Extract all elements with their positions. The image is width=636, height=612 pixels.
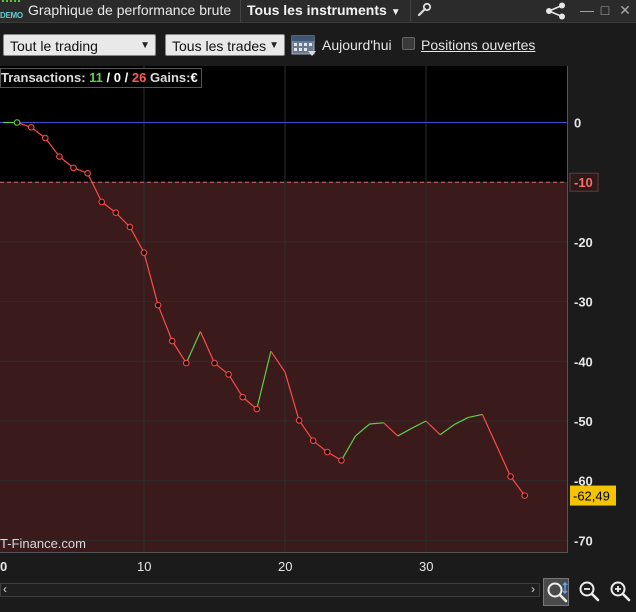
scroll-right-icon[interactable]: › [531, 582, 535, 596]
transactions-label: Transactions: [1, 70, 86, 85]
trading-select[interactable]: Tout le trading ▼ [3, 34, 156, 56]
y-tick-label: -10 [574, 175, 593, 190]
data-point [140, 249, 148, 256]
data-point [295, 417, 303, 424]
horizontal-scrollbar[interactable]: ‹ › [0, 582, 540, 597]
y-tick-label: 0 [574, 116, 581, 131]
auto-zoom-icon [547, 582, 568, 603]
data-point [211, 359, 218, 367]
chevron-down-icon: ▼ [390, 7, 401, 18]
demo-label: DEMO [0, 11, 23, 20]
transactions-summary: Transactions: 11 / 0 / 26 Gains:€ [0, 68, 202, 88]
data-point [324, 448, 331, 456]
data-point [183, 359, 190, 367]
stats-separator: / [124, 70, 129, 85]
wins-count: 11 [89, 70, 103, 85]
open-positions-label[interactable]: Positions ouvertes [421, 37, 535, 53]
share-icon[interactable] [545, 2, 567, 20]
data-point [338, 457, 345, 464]
loss-zone [0, 182, 568, 552]
data-point [98, 198, 105, 206]
x-tick-label: 0 [0, 559, 7, 574]
data-point [84, 169, 91, 177]
zoom-out-button[interactable] [576, 578, 602, 606]
calendar-icon[interactable] [291, 33, 317, 57]
auto-zoom-button[interactable] [543, 578, 569, 606]
data-point [309, 437, 317, 445]
title-bar: DEMO Graphique de performance brute Tous… [0, 0, 636, 23]
zoom-out-icon [579, 581, 600, 602]
chevron-down-icon: ▼ [140, 40, 150, 51]
performance-chart[interactable]: 0-10-20-30-40-50-60-70-62,49 0 10 20 30 [0, 66, 636, 578]
minimize-icon[interactable]: — [578, 0, 596, 20]
x-axis: 0 10 20 30 [0, 559, 433, 574]
data-point [112, 209, 120, 216]
losses-count: 26 [131, 70, 147, 85]
demo-badge: DEMO [0, 0, 24, 20]
y-tick-label: -30 [574, 295, 593, 310]
y-tick-label: -50 [574, 414, 593, 429]
data-point [521, 492, 529, 499]
chevron-down-icon: ▼ [269, 40, 279, 51]
y-tick-label: -20 [574, 235, 593, 250]
data-point [70, 164, 77, 172]
y-tick-label: -40 [574, 354, 593, 369]
trades-select-value: Tous les trades [172, 38, 267, 54]
neutral-count: 0 [113, 70, 122, 85]
zoom-in-icon [610, 581, 631, 602]
close-icon[interactable]: ✕ [616, 0, 634, 20]
scroll-left-icon[interactable]: ‹ [3, 582, 7, 596]
wrench-icon[interactable] [416, 2, 432, 18]
data-point [27, 123, 35, 131]
zoom-in-button[interactable] [607, 578, 633, 606]
watermark: T-Finance.com [0, 536, 86, 551]
trades-select[interactable]: Tous les trades ▼ [165, 34, 285, 56]
data-point [56, 153, 63, 160]
currency-symbol: € [190, 70, 198, 85]
today-button[interactable]: Aujourd'hui [322, 37, 392, 53]
y-tick-label: -70 [574, 533, 593, 548]
trading-select-value: Tout le trading [10, 38, 98, 54]
title-divider [240, 0, 241, 22]
data-point [239, 393, 246, 401]
open-positions-checkbox[interactable] [402, 37, 415, 50]
maximize-icon[interactable]: □ [596, 0, 614, 20]
data-point [253, 405, 261, 413]
data-point [154, 301, 162, 309]
data-point [507, 473, 514, 480]
gains-label: Gains: [149, 70, 191, 85]
window-title: Graphique de performance brute [28, 2, 232, 18]
x-tick-label: 20 [278, 559, 292, 574]
title-divider [410, 0, 411, 22]
x-tick-label: 30 [419, 559, 433, 574]
data-point [168, 337, 176, 345]
x-tick-label: 10 [137, 559, 151, 574]
data-point [126, 223, 134, 231]
filter-toolbar: Tout le trading ▼ Tous les trades ▼ [0, 23, 636, 66]
instruments-dropdown[interactable]: Tous les instruments ▼ [247, 2, 401, 18]
data-point [225, 371, 232, 378]
y-axis: 0-10-20-30-40-50-60-70-62,49 [569, 116, 616, 548]
stats-separator: / [106, 70, 111, 85]
data-point [42, 134, 49, 142]
data-point [13, 119, 21, 126]
instruments-label: Tous les instruments [247, 2, 387, 18]
last-value-label: -62,49 [573, 489, 610, 504]
